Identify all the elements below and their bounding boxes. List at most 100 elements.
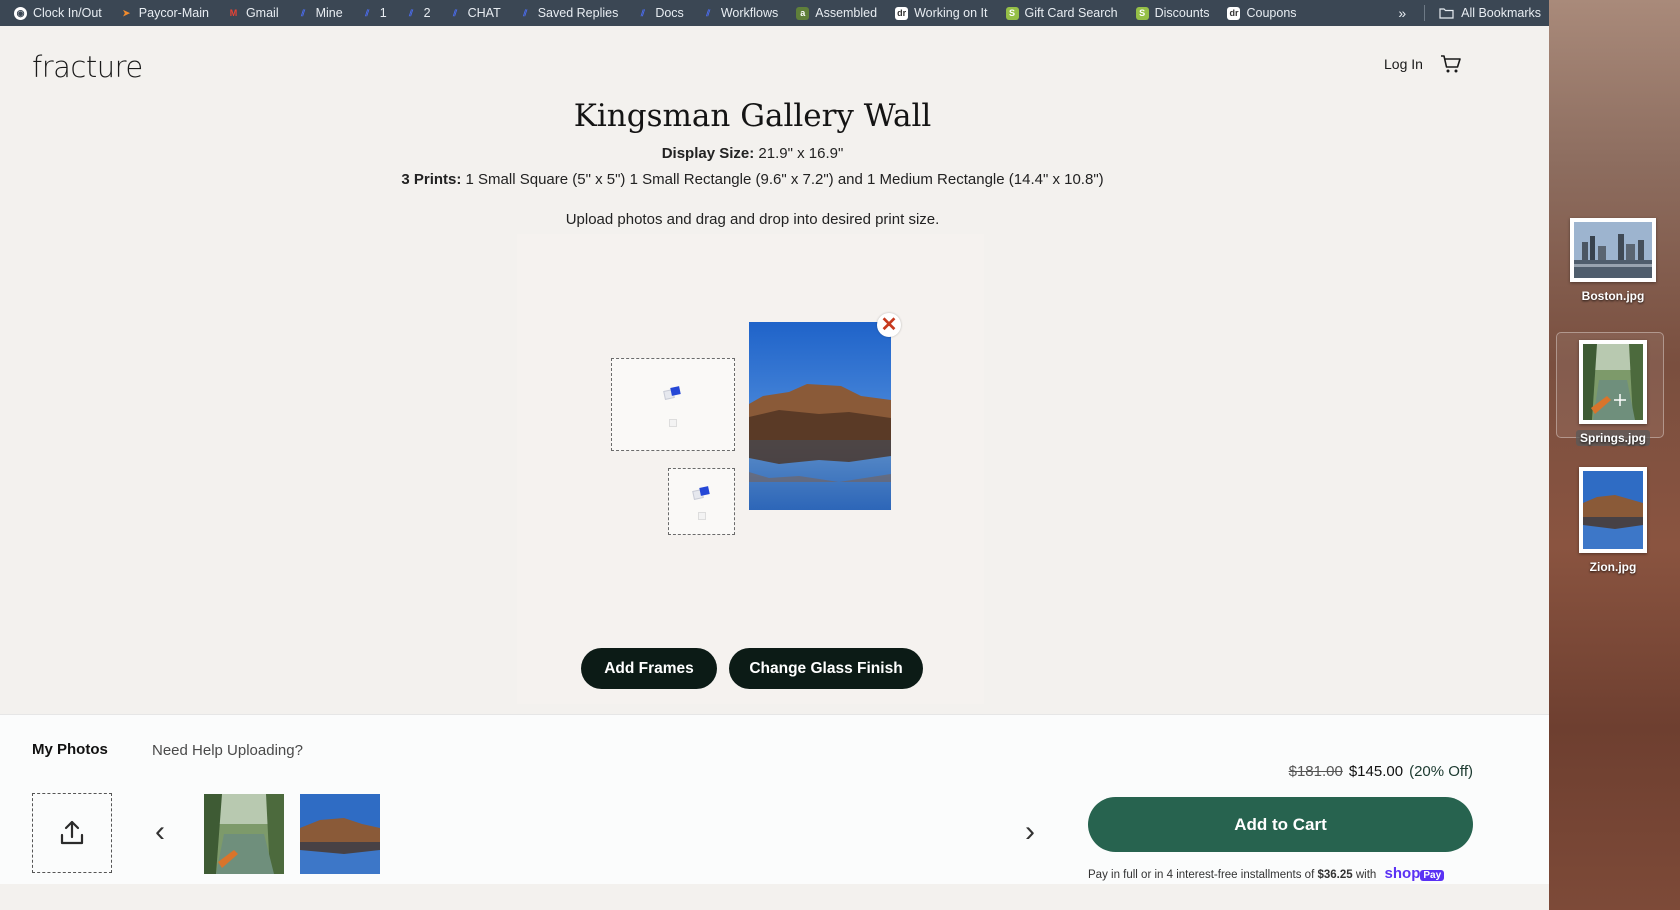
bookmark-label: Coupons — [1246, 6, 1297, 20]
display-size: Display Size: 21.9" x 16.9" — [0, 145, 1505, 162]
fracture-page: fracture Log In Kingsman Gallery Wall Di… — [0, 26, 1549, 910]
image-placeholder-icon — [663, 385, 682, 401]
file-thumbnail-zion — [1579, 467, 1647, 553]
display-size-value: 21.9" x 16.9" — [758, 145, 844, 162]
bookmark-gift-card-search[interactable]: S Gift Card Search — [1005, 0, 1118, 26]
globe-icon: ◉ — [14, 6, 27, 20]
assembled-icon: a — [796, 6, 810, 20]
zendesk-icon: ⫽ — [365, 7, 370, 18]
discount-badge: (20% Off) — [1409, 763, 1473, 780]
slot-indicator — [669, 419, 677, 428]
bookmark-docs[interactable]: ⫽ Docs — [636, 0, 684, 26]
shop-pay-logo[interactable]: shop — [1385, 865, 1421, 882]
desktop-file-boston[interactable]: Boston.jpg — [1565, 218, 1661, 305]
bookmark-label: Working on It — [914, 6, 988, 20]
help-uploading-link[interactable]: Need Help Uploading? — [152, 742, 303, 759]
bookmark-chat[interactable]: ⫽ CHAT — [449, 0, 501, 26]
zendesk-icon: ⫽ — [706, 7, 711, 18]
bookmark-paycor-main[interactable]: ➤ Paycor-Main — [120, 0, 209, 26]
prints-value: 1 Small Square (5" x 5") 1 Small Rectang… — [465, 171, 1104, 188]
folder-icon — [1439, 8, 1454, 19]
zendesk-icon: ⫽ — [301, 7, 306, 18]
bookmarks-divider — [1424, 5, 1426, 21]
zendesk-icon: ⫽ — [640, 7, 645, 18]
upload-icon — [60, 820, 84, 845]
photo-thumbnail-zion[interactable] — [300, 794, 380, 874]
file-thumbnail-boston — [1570, 218, 1656, 282]
bookmark-label: Gift Card Search — [1024, 6, 1118, 20]
fracture-icon: dr — [1227, 6, 1241, 20]
paycor-icon: ➤ — [122, 7, 131, 18]
add-to-cart-button[interactable]: Add to Cart — [1088, 797, 1473, 852]
more-bookmarks-button[interactable]: » — [1398, 5, 1406, 21]
change-glass-finish-button[interactable]: Change Glass Finish — [729, 648, 923, 689]
bookmark-label: 1 — [379, 6, 387, 20]
bookmark-label: Docs — [655, 6, 684, 20]
slot-indicator — [697, 511, 706, 520]
installments-with: with — [1355, 869, 1377, 881]
bookmark-working-on-it[interactable]: dr Working on It — [895, 0, 988, 26]
sale-price: $145.00 — [1348, 763, 1404, 780]
original-price: $181.00 — [1288, 763, 1343, 780]
remove-photo-button[interactable]: ✕ — [877, 313, 901, 337]
add-frames-button[interactable]: Add Frames — [581, 648, 717, 689]
bookmark-clock-in-out[interactable]: ◉ Clock In/Out — [14, 0, 102, 26]
prints-summary: 3 Prints: 1 Small Square (5" x 5") 1 Sma… — [0, 171, 1505, 188]
fracture-icon: dr — [895, 6, 909, 20]
bookmark-coupons[interactable]: dr Coupons — [1227, 0, 1297, 26]
bookmark-2[interactable]: ⫽ 2 — [405, 0, 431, 26]
bookmark-label: Gmail — [245, 6, 279, 20]
installment-amount: $36.25 — [1317, 869, 1353, 881]
bookmark-gmail[interactable]: M Gmail — [227, 0, 279, 26]
photo-tray: My Photos Need Help Uploading? ‹ › $181.… — [0, 714, 1549, 884]
bookmark-discounts[interactable]: S Discounts — [1135, 0, 1209, 26]
chevron-right-icon[interactable]: › — [1025, 815, 1051, 848]
bookmark-1[interactable]: ⫽ 1 — [361, 0, 387, 26]
bookmark-label: Mine — [315, 6, 343, 20]
bookmark-saved-replies[interactable]: ⫽ Saved Replies — [519, 0, 619, 26]
print-slot-small-rectangle[interactable] — [611, 358, 735, 451]
bookmark-label: Clock In/Out — [33, 6, 102, 20]
upload-instructions: Upload photos and drag and drop into des… — [565, 211, 940, 228]
print-slot-medium-rectangle-photo[interactable] — [749, 322, 891, 510]
all-bookmarks-label: All Bookmarks — [1461, 6, 1541, 20]
upload-photo-button[interactable] — [32, 793, 112, 873]
shopify-icon: S — [1135, 6, 1149, 20]
desktop-background — [1549, 0, 1680, 910]
bookmark-label: CHAT — [467, 6, 501, 20]
photo-thumbnail-springs[interactable] — [204, 794, 284, 874]
bookmark-mine[interactable]: ⫽ Mine — [297, 0, 343, 26]
file-name: Springs.jpg — [1576, 430, 1650, 446]
file-name: Zion.jpg — [1589, 560, 1637, 574]
all-bookmarks-button[interactable]: All Bookmarks — [1439, 6, 1541, 20]
zendesk-icon: ⫽ — [523, 7, 528, 18]
bookmark-label: Assembled — [815, 6, 878, 20]
desktop-file-springs[interactable]: Springs.jpg — [1565, 340, 1661, 447]
file-thumbnail-springs — [1579, 340, 1647, 424]
bookmark-workflows[interactable]: ⫽ Workflows — [702, 0, 778, 26]
shopify-icon: S — [1005, 6, 1019, 20]
bookmark-label: 2 — [423, 6, 431, 20]
gmail-icon: M — [229, 8, 238, 18]
shop-pay-badge: Pay — [1420, 870, 1445, 881]
zendesk-icon: ⫽ — [409, 7, 414, 18]
file-name: Boston.jpg — [1581, 289, 1645, 303]
installments-note: Pay in full or in 4 interest-free instal… — [1088, 865, 1445, 882]
fracture-logo[interactable]: fracture — [32, 50, 143, 84]
desktop-file-zion[interactable]: Zion.jpg — [1565, 467, 1661, 576]
login-link[interactable]: Log In — [1384, 56, 1423, 72]
print-slot-small-square[interactable] — [668, 468, 735, 535]
product-title: Kingsman Gallery Wall — [573, 98, 932, 134]
price-summary: $181.00 $145.00 (20% Off) — [1268, 763, 1473, 780]
bookmark-assembled[interactable]: a Assembled — [796, 0, 877, 26]
tab-my-photos[interactable]: My Photos — [32, 741, 108, 758]
installments-text: Pay in full or in 4 interest-free instal… — [1088, 869, 1315, 881]
chevron-left-icon[interactable]: ‹ — [155, 815, 181, 848]
bookmark-label: Workflows — [720, 6, 779, 20]
image-placeholder-icon — [691, 485, 711, 501]
zendesk-icon: ⫽ — [453, 7, 458, 18]
display-size-label: Display Size: — [661, 145, 755, 162]
bookmark-label: Paycor-Main — [138, 6, 209, 20]
cart-icon[interactable] — [1440, 54, 1462, 74]
bookmark-label: Saved Replies — [537, 6, 619, 20]
